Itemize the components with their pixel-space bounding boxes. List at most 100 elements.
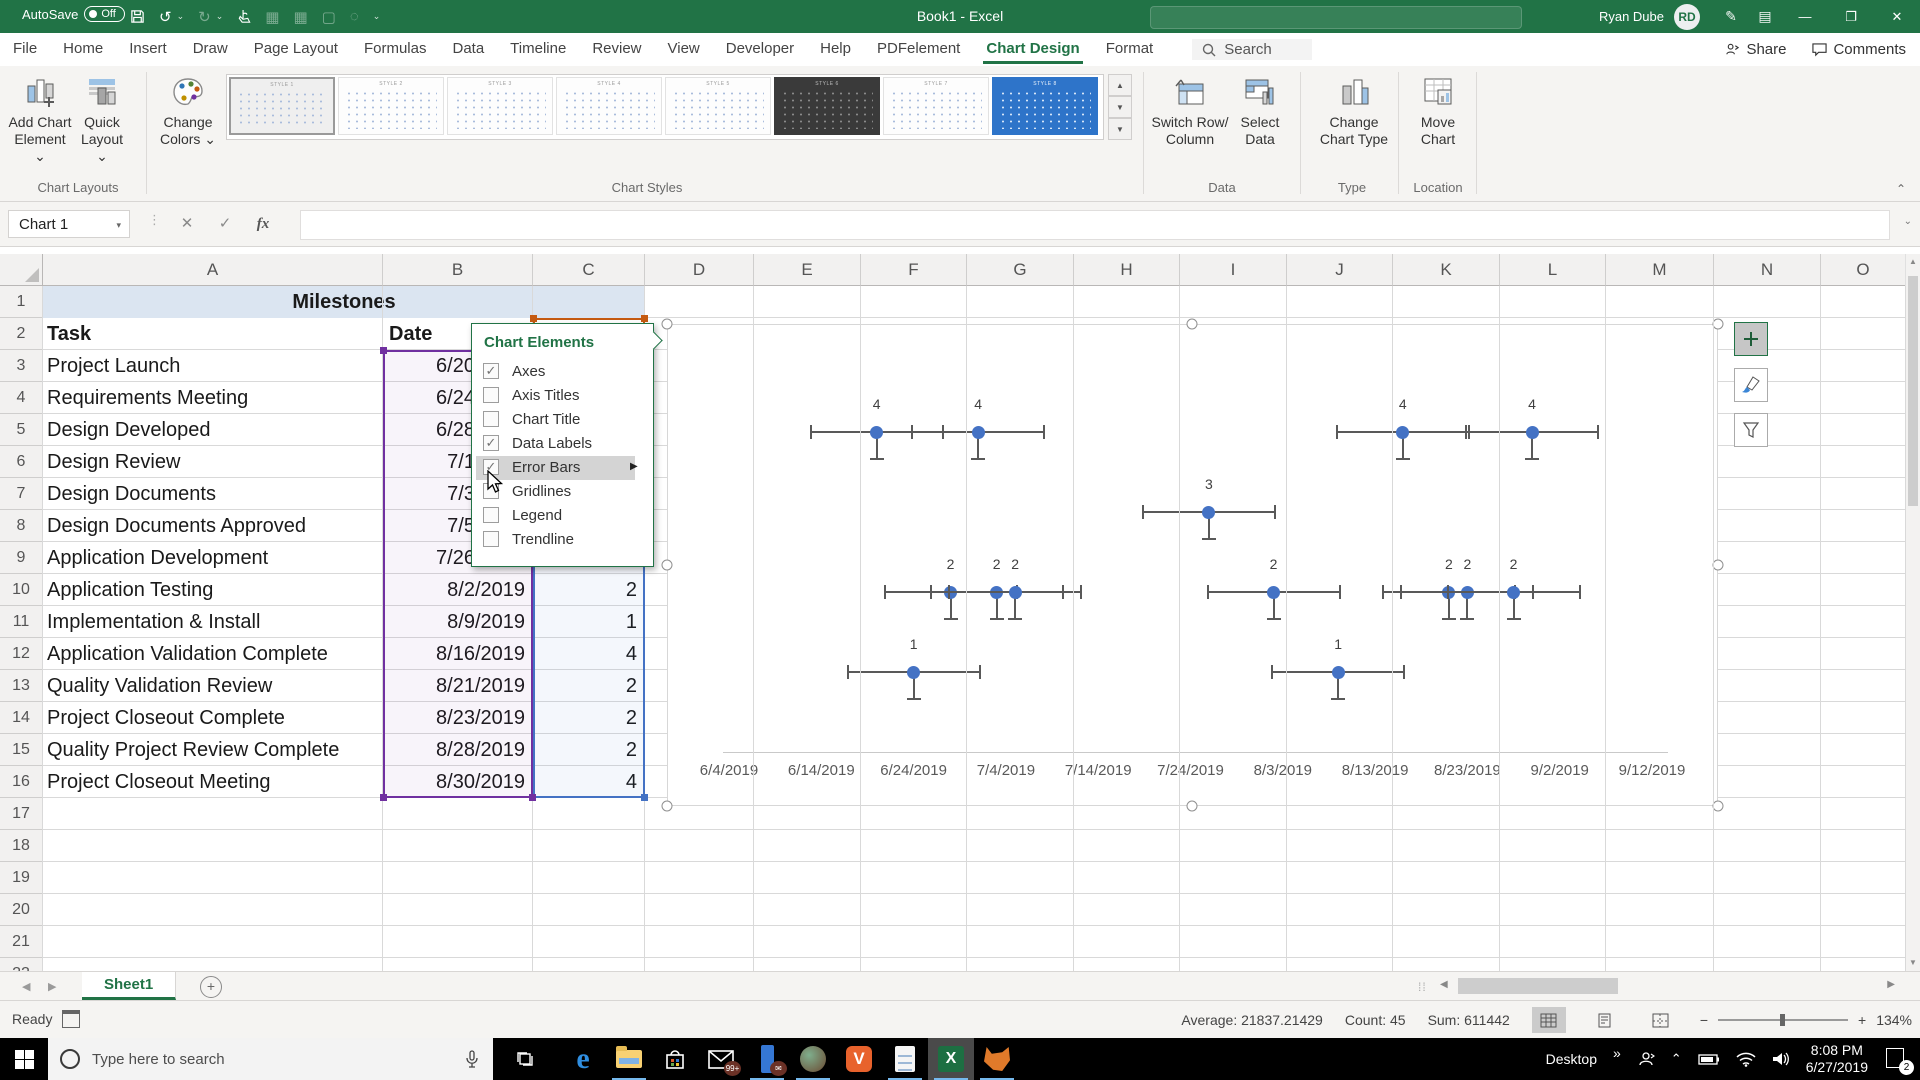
select-all-corner[interactable]: [0, 254, 43, 286]
cell-A11[interactable]: Implementation & Install: [47, 606, 381, 638]
checkbox-axis-titles[interactable]: [483, 387, 499, 403]
row-header-14[interactable]: 14: [0, 702, 43, 734]
move-chart-button[interactable]: Move Chart: [1408, 74, 1468, 186]
x-axis-tick-label[interactable]: 8/3/2019: [1254, 762, 1312, 779]
taskbar-app-store[interactable]: [652, 1038, 698, 1080]
taskbar-app-fox[interactable]: [974, 1038, 1020, 1080]
cell-A13[interactable]: Quality Validation Review: [47, 670, 381, 702]
taskbar-app-explorer[interactable]: [606, 1038, 652, 1080]
quick-layout-button[interactable]: Quick Layout ⌄: [74, 74, 130, 186]
x-axis-tick-label[interactable]: 7/14/2019: [1065, 762, 1132, 779]
row-header-15[interactable]: 15: [0, 734, 43, 766]
x-axis-tick-label[interactable]: 6/4/2019: [700, 762, 758, 779]
microphone-icon[interactable]: [465, 1050, 479, 1068]
row-header-10[interactable]: 10: [0, 574, 43, 606]
data-point[interactable]: [1267, 585, 1281, 599]
cell-A3[interactable]: Project Launch: [47, 350, 381, 382]
tab-review[interactable]: Review: [579, 33, 654, 66]
column-header-J[interactable]: J: [1287, 254, 1393, 286]
scroll-left-arrow[interactable]: ◀: [1440, 979, 1448, 990]
vertical-scroll-thumb[interactable]: [1908, 276, 1918, 506]
column-header-F[interactable]: F: [861, 254, 967, 286]
comments-button[interactable]: Comments: [1812, 41, 1906, 58]
row-header-20[interactable]: 20: [0, 894, 43, 926]
tab-pdfelement[interactable]: PDFelement: [864, 33, 973, 66]
popup-item-trendline[interactable]: Trendline: [472, 528, 653, 552]
tab-help[interactable]: Help: [807, 33, 864, 66]
column-header-B[interactable]: B: [383, 254, 533, 286]
row-header-12[interactable]: 12: [0, 638, 43, 670]
tab-insert[interactable]: Insert: [116, 33, 180, 66]
cell-A9[interactable]: Application Development: [47, 542, 381, 574]
page-break-view-button[interactable]: [1644, 1007, 1678, 1033]
x-axis-tick-label[interactable]: 8/23/2019: [1434, 762, 1501, 779]
column-header-A[interactable]: A: [43, 254, 383, 286]
merged-title-cell[interactable]: Milestones: [43, 286, 645, 318]
tab-format[interactable]: Format: [1093, 33, 1167, 66]
taskbar-app-edge[interactable]: e: [560, 1038, 606, 1080]
maximize-button[interactable]: ❐: [1828, 0, 1874, 33]
hidden-icons-caret[interactable]: ⌃: [1671, 1051, 1682, 1067]
data-point[interactable]: [907, 665, 921, 679]
chart-style-style-5[interactable]: STYLE 5: [665, 77, 771, 135]
data-point[interactable]: [1331, 665, 1345, 679]
tab-draw[interactable]: Draw: [180, 33, 241, 66]
cell-A14[interactable]: Project Closeout Complete: [47, 702, 381, 734]
cell-A5[interactable]: Design Developed: [47, 414, 381, 446]
horizontal-scrollbar[interactable]: ◀ ▶: [1440, 976, 1895, 996]
chart-selection-handle[interactable]: [1712, 318, 1724, 330]
checkbox-data-labels[interactable]: ✓: [483, 435, 499, 451]
checkbox-legend[interactable]: [483, 507, 499, 523]
chart-filters-funnel-button[interactable]: [1734, 413, 1768, 447]
x-axis-tick-label[interactable]: 8/13/2019: [1342, 762, 1409, 779]
chart-styles-brush-button[interactable]: [1734, 368, 1768, 402]
pen-icon[interactable]: ✎: [1714, 8, 1748, 25]
share-button[interactable]: Share: [1725, 41, 1786, 58]
submenu-arrow-icon[interactable]: ▶: [630, 461, 638, 472]
row-header-9[interactable]: 9: [0, 542, 43, 574]
zoom-level[interactable]: 134%: [1876, 1012, 1912, 1028]
column-header-D[interactable]: D: [645, 254, 754, 286]
formula-input[interactable]: [300, 210, 1890, 240]
range-handle[interactable]: [641, 794, 648, 801]
action-center-button[interactable]: 2: [1884, 1046, 1914, 1075]
row-header-5[interactable]: 5: [0, 414, 43, 446]
checkbox-chart-title[interactable]: [483, 411, 499, 427]
row-header-2[interactable]: 2: [0, 318, 43, 350]
new-sheet-button[interactable]: +: [200, 976, 222, 998]
zoom-out-icon[interactable]: −: [1700, 1012, 1708, 1028]
data-point[interactable]: [1525, 425, 1539, 439]
switch-row-column-button[interactable]: Switch Row/Column: [1150, 74, 1230, 186]
cell-A6[interactable]: Design Review: [47, 446, 381, 478]
cell-A15[interactable]: Quality Project Review Complete: [47, 734, 381, 766]
insert-function-icon[interactable]: fx: [248, 210, 278, 238]
range-handle[interactable]: [641, 315, 648, 322]
row-header-17[interactable]: 17: [0, 798, 43, 830]
data-point[interactable]: [1202, 505, 1216, 519]
chart-selection-handle[interactable]: [1186, 800, 1198, 812]
ribbon-display-icon[interactable]: ▤: [1748, 8, 1782, 25]
tab-nav-left-icon[interactable]: ◀: [22, 980, 30, 993]
cell-A2[interactable]: Task: [47, 318, 377, 350]
popup-item-axes[interactable]: ✓ Axes: [472, 360, 653, 384]
start-button[interactable]: [0, 1038, 48, 1080]
data-point[interactable]: [870, 425, 884, 439]
minimize-button[interactable]: —: [1782, 0, 1828, 33]
change-colors-button[interactable]: Change Colors ⌄: [156, 74, 220, 186]
data-point[interactable]: [1008, 585, 1022, 599]
zoom-slider[interactable]: [1718, 1014, 1848, 1026]
popup-item-legend[interactable]: Legend: [472, 504, 653, 528]
people-icon[interactable]: [1637, 1050, 1655, 1068]
x-axis-tick-label[interactable]: 6/14/2019: [788, 762, 855, 779]
chart-selection-handle[interactable]: [1712, 800, 1724, 812]
data-point[interactable]: [1396, 425, 1410, 439]
tab-page-layout[interactable]: Page Layout: [241, 33, 351, 66]
change-chart-type-button[interactable]: Change Chart Type: [1312, 74, 1396, 186]
zoom-in-icon[interactable]: +: [1858, 1012, 1866, 1028]
gallery-down-arrow[interactable]: ▼: [1108, 96, 1132, 118]
formula-bar-expand-caret[interactable]: ⌄: [1904, 216, 1912, 227]
scroll-right-arrow[interactable]: ▶: [1887, 979, 1895, 990]
column-header-K[interactable]: K: [1393, 254, 1500, 286]
x-axis-tick-label[interactable]: 9/12/2019: [1619, 762, 1686, 779]
chart-style-style-4[interactable]: STYLE 4: [556, 77, 662, 135]
